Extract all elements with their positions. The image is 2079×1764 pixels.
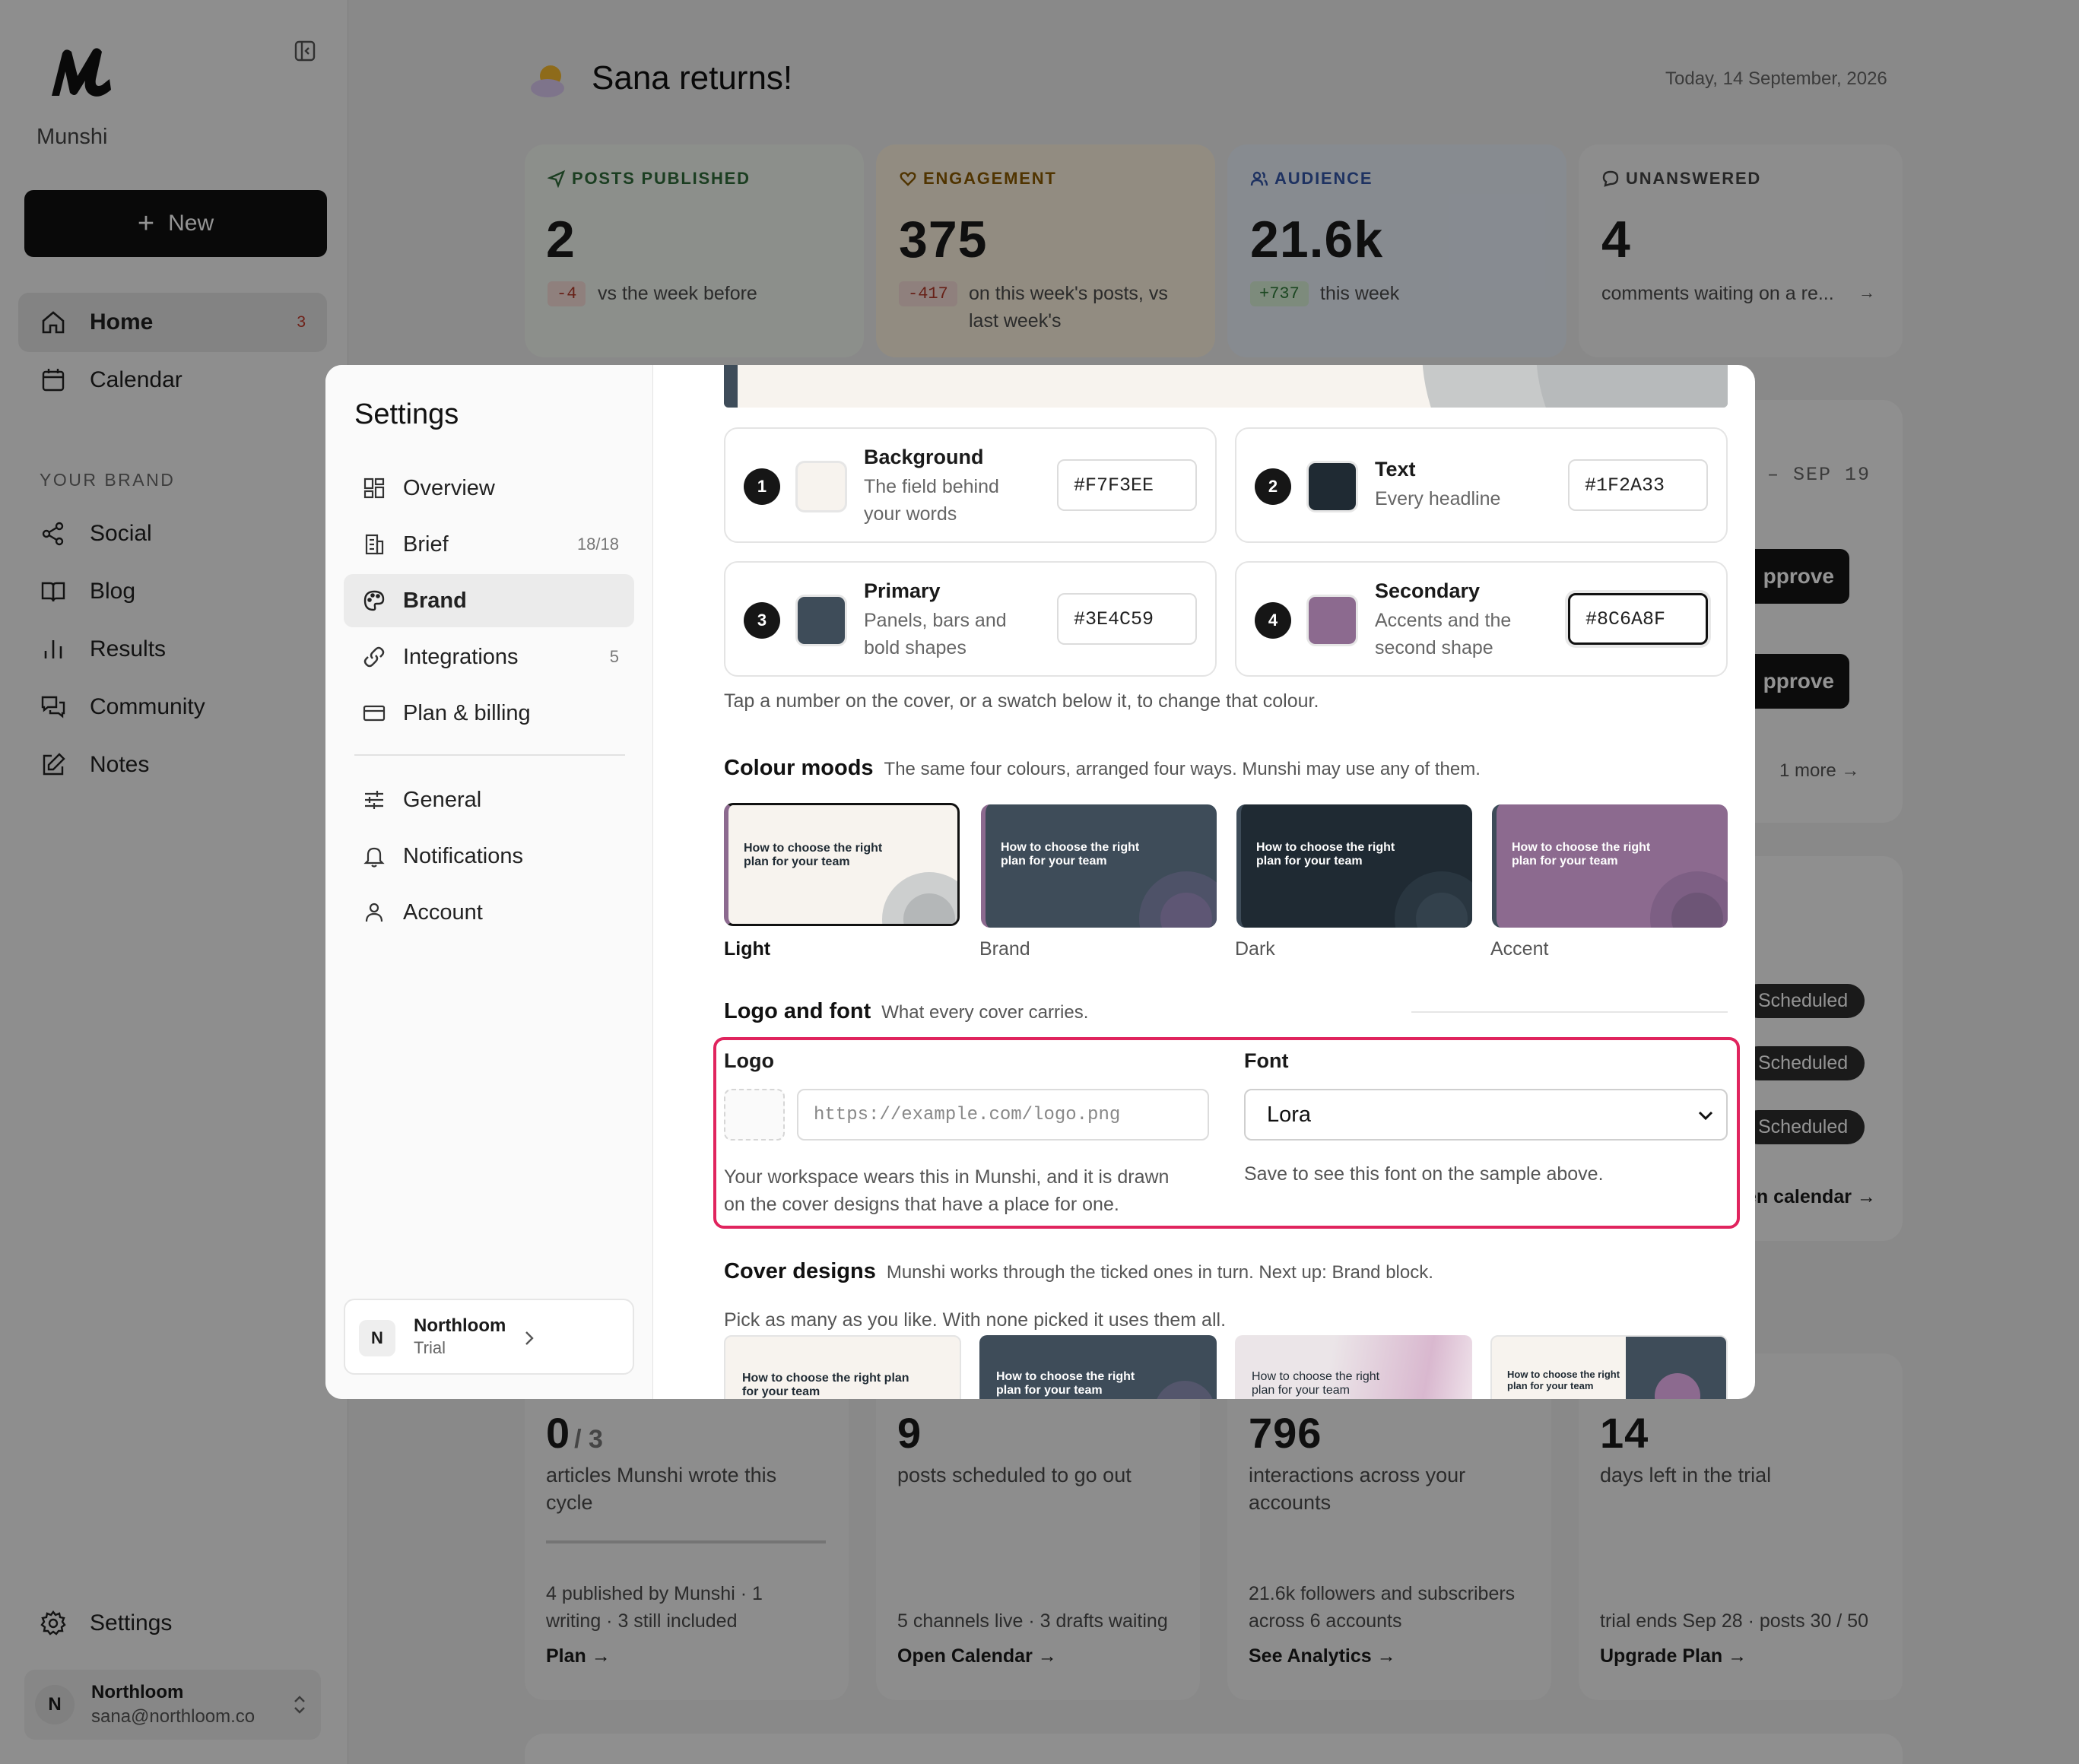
covers-hint: Pick as many as you like. With none pick…	[724, 1309, 1227, 1331]
logo-label: Logo	[724, 1049, 774, 1072]
settings-nav-overview[interactable]: Overview	[344, 462, 634, 515]
mood-light[interactable]: How to choose the right plan for your te…	[724, 803, 960, 926]
font-label: Font	[1244, 1049, 1289, 1072]
logo-help: Your workspace wears this in Munshi, and…	[724, 1166, 1170, 1215]
palette-icon	[363, 590, 385, 611]
settings-nav-account[interactable]: Account	[344, 886, 634, 939]
color-title: Secondary	[1375, 579, 1481, 602]
settings-nav-integrations[interactable]: Integrations 5	[344, 630, 634, 684]
settings-nav: Settings Overview Brief 18/18 Brand Inte…	[325, 365, 653, 1399]
cover-design-classic[interactable]: How to choose the right plan for your te…	[724, 1335, 961, 1399]
workspace-plan: Trial	[414, 1338, 446, 1357]
settings-nav-brief[interactable]: Brief 18/18	[344, 518, 634, 571]
building-icon	[365, 534, 384, 555]
chevron-right-icon	[523, 1329, 535, 1347]
brief-count: 18/18	[576, 535, 619, 554]
bell-icon	[363, 847, 385, 868]
color-card-background[interactable]: 1 Background The field behind your words…	[724, 427, 1217, 543]
color-number: 1	[744, 468, 780, 505]
hex-input[interactable]: #1F2A33	[1568, 459, 1708, 511]
user-icon	[365, 903, 383, 922]
logo-url-input[interactable]: https://example.com/logo.png	[797, 1089, 1209, 1141]
font-help: Save to see this font on the sample abov…	[1244, 1163, 1604, 1185]
mood-shape	[1139, 871, 1217, 928]
logo-url-placeholder: https://example.com/logo.png	[814, 1104, 1121, 1125]
settings-nav-notifications[interactable]: Notifications	[344, 830, 634, 883]
hex-input[interactable]: #8C6A8F	[1568, 593, 1708, 645]
settings-nav-general[interactable]: General	[344, 773, 634, 826]
settings-nav-brand[interactable]: Brand	[344, 574, 634, 627]
mood-shape	[882, 872, 957, 924]
colors-hint: Tap a number on the cover, or a swatch b…	[724, 690, 1319, 712]
mood-shape	[1395, 871, 1472, 928]
cover-sample-text: How to choose the right plan for your te…	[1252, 1370, 1380, 1397]
cover-design-split[interactable]: How to choose the right plan for your te…	[1490, 1335, 1728, 1399]
color-card-text[interactable]: 2 Text Every headline #1F2A33	[1235, 427, 1728, 543]
mood-shape	[1650, 871, 1728, 928]
color-number: 3	[744, 602, 780, 639]
color-desc: Panels, bars and bold shapes	[864, 610, 1007, 658]
mood-brand[interactable]: How to choose the right plan for your te…	[981, 804, 1217, 928]
hex-input[interactable]: #F7F3EE	[1057, 459, 1197, 511]
workspace-avatar: N	[359, 1320, 395, 1356]
color-desc: Accents and the second shape	[1375, 610, 1512, 658]
chevron-down-icon	[1698, 1111, 1713, 1121]
mood-label: Brand	[979, 938, 1030, 960]
font-select-value: Lora	[1267, 1102, 1312, 1127]
mood-label: Dark	[1235, 938, 1275, 960]
brand-settings-content[interactable]: 1 Background The field behind your words…	[654, 365, 1755, 1399]
divider	[1411, 1011, 1728, 1013]
mood-dark[interactable]: How to choose the right plan for your te…	[1236, 804, 1472, 928]
color-swatch[interactable]	[1306, 461, 1358, 512]
cover-sample-text: How to choose the right plan for your te…	[742, 1372, 909, 1398]
workspace-name: Northloom	[414, 1315, 506, 1336]
color-swatch[interactable]	[795, 595, 847, 646]
settings-title: Settings	[354, 398, 459, 430]
mood-accent[interactable]: How to choose the right plan for your te…	[1492, 804, 1728, 928]
color-number: 2	[1255, 468, 1291, 505]
color-number: 4	[1255, 602, 1291, 639]
settings-modal: Settings Overview Brief 18/18 Brand Inte…	[325, 365, 1755, 1399]
color-desc: The field behind your words	[864, 476, 999, 525]
credit-card-icon	[363, 705, 386, 722]
grid-icon	[363, 477, 385, 499]
color-title: Primary	[864, 579, 941, 602]
font-select[interactable]: Lora	[1244, 1089, 1728, 1141]
color-swatch[interactable]	[795, 461, 847, 512]
nav-divider	[354, 754, 625, 756]
color-desc: Every headline	[1375, 488, 1501, 509]
link-icon	[363, 646, 385, 668]
hex-input[interactable]: #3E4C59	[1057, 593, 1197, 645]
logo-preview[interactable]	[724, 1089, 785, 1141]
section-heading: Colour moods The same four colours, arran…	[724, 756, 1481, 780]
section-heading: Logo and font What every cover carries.	[724, 999, 1089, 1023]
cover-sample-text: How to choose the right plan for your te…	[1507, 1369, 1620, 1391]
mood-label: Accent	[1490, 938, 1549, 960]
sliders-icon	[365, 791, 383, 809]
cover-shape	[1157, 1381, 1213, 1399]
color-card-primary[interactable]: 3 Primary Panels, bars and bold shapes #…	[724, 561, 1217, 677]
cover-design-brand-block[interactable]: How to choose the right plan for your te…	[979, 1335, 1217, 1399]
integrations-count: 5	[609, 647, 619, 666]
color-title: Background	[864, 446, 984, 468]
color-swatch[interactable]	[1306, 595, 1358, 646]
section-heading: Cover designs Munshi works through the ti…	[724, 1259, 1433, 1283]
color-card-secondary[interactable]: 4 Secondary Accents and the second shape…	[1235, 561, 1728, 677]
preview-shape	[1422, 365, 1728, 408]
mood-label: Light	[724, 938, 771, 960]
settings-nav-plan-billing[interactable]: Plan & billing	[344, 687, 634, 740]
cover-design-gradient[interactable]: How to choose the right plan for your te…	[1235, 1335, 1472, 1399]
cover-preview[interactable]	[724, 365, 1728, 408]
workspace-switcher[interactable]: N Northloom Trial	[344, 1299, 634, 1375]
color-title: Text	[1375, 458, 1416, 481]
